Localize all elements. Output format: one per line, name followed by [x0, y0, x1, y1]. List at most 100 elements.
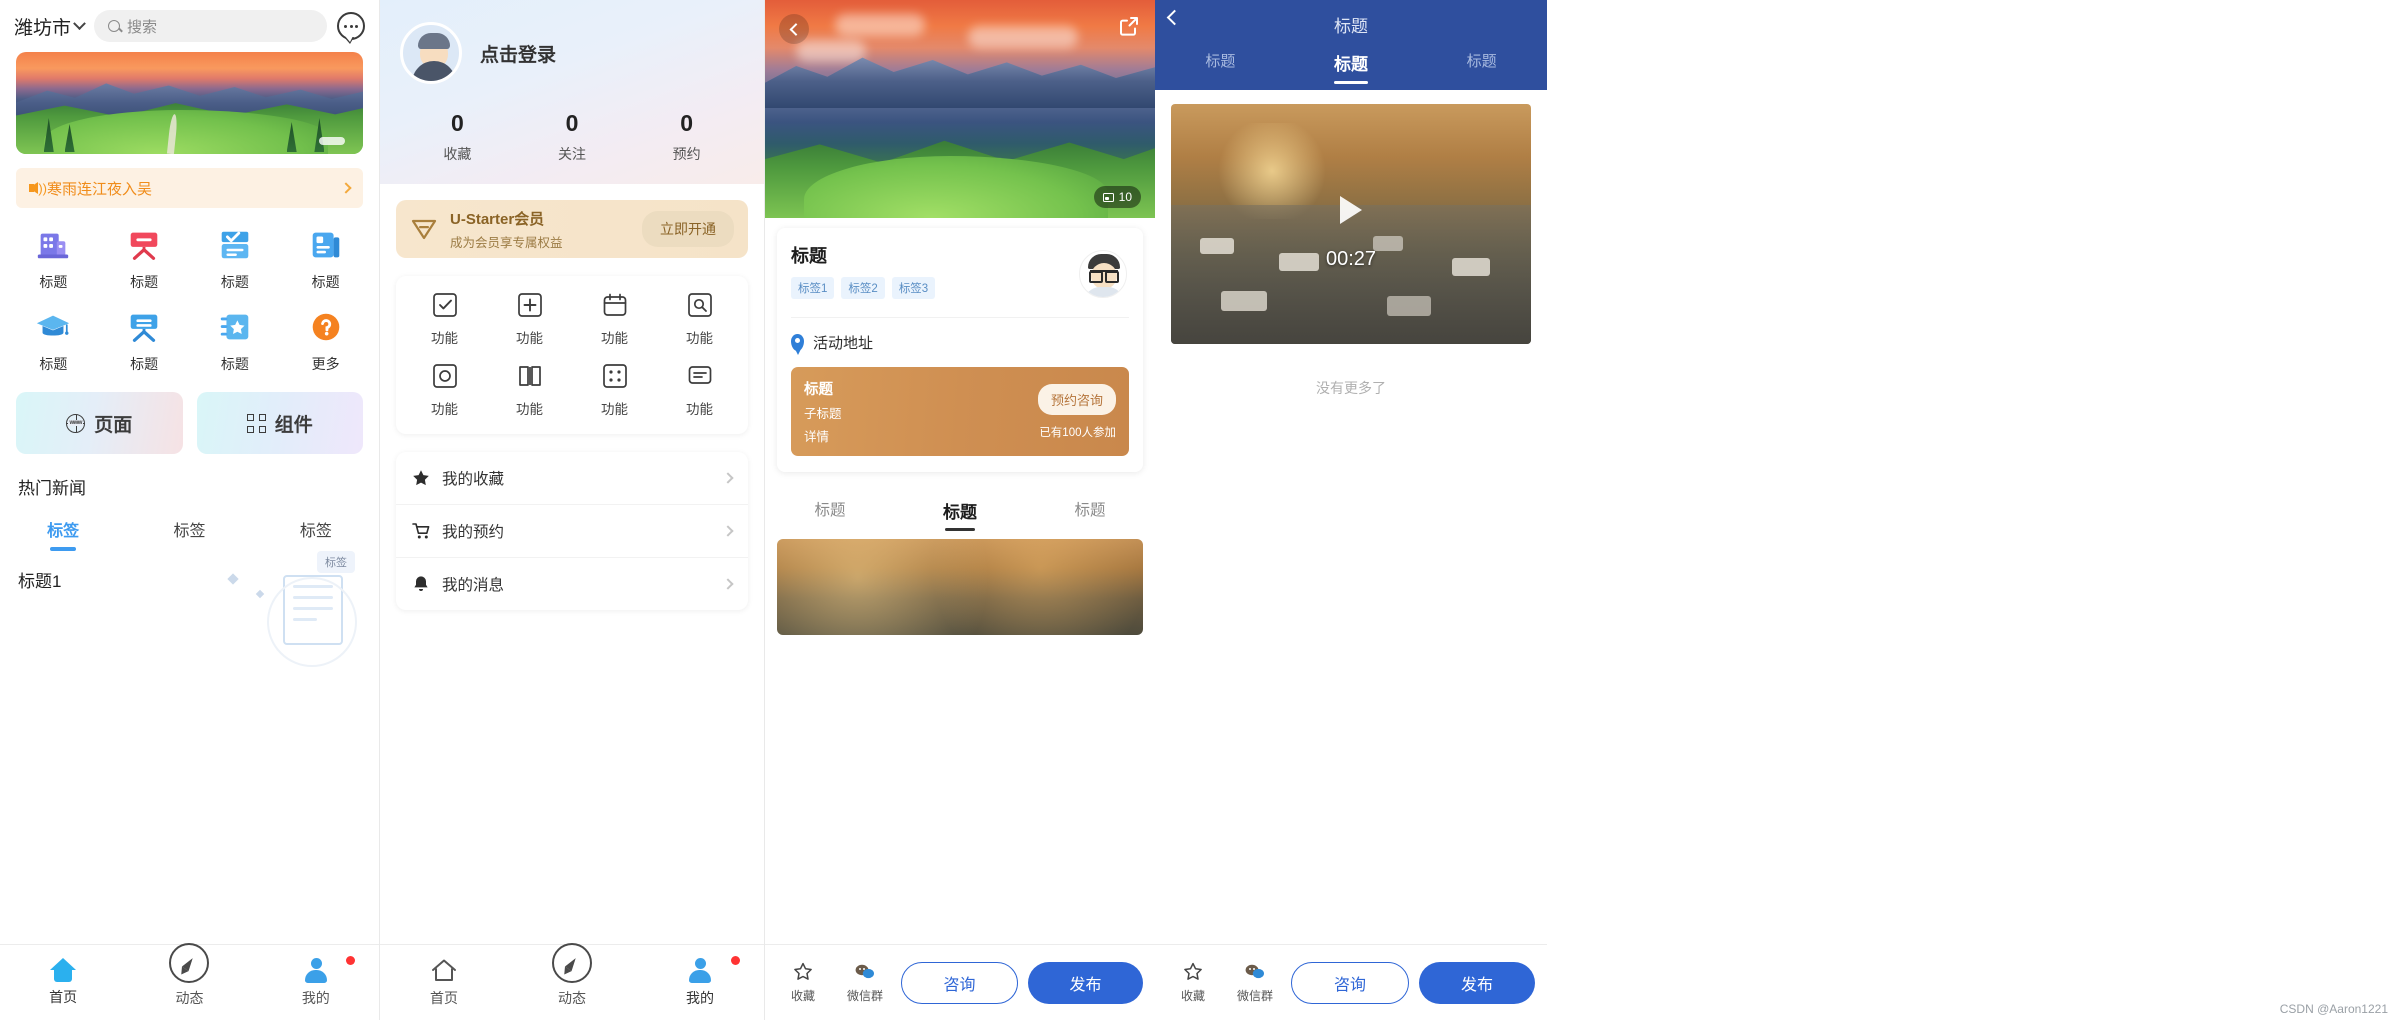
grid-item-7[interactable]: 更多: [280, 308, 371, 374]
panel-video-list: 标题 标题 标题 标题 00:27 没有更多了 收藏 微信群 咨询 发布: [1155, 0, 1547, 1020]
stat-following[interactable]: 0 关注: [515, 110, 630, 164]
function-item-6[interactable]: 功能: [572, 363, 657, 418]
wechat-group-button[interactable]: 微信群: [1229, 962, 1281, 1004]
stat-value: 0: [565, 110, 579, 136]
tabbar-item-mine[interactable]: 我的: [253, 955, 379, 1008]
promo-subtitle: 子标题: [804, 407, 842, 421]
consult-button[interactable]: 咨询: [1291, 961, 1409, 1004]
stat-reservations[interactable]: 0 预约: [629, 110, 744, 164]
chat-bubble-icon[interactable]: [337, 12, 365, 44]
news-tab-0[interactable]: 标签: [0, 517, 126, 551]
back-arrow-icon[interactable]: [779, 14, 809, 44]
tabbar-item-dynamic[interactable]: 动态: [508, 943, 636, 1008]
login-label[interactable]: 点击登录: [480, 40, 556, 67]
activity-tab-0[interactable]: 标题: [765, 484, 895, 535]
activity-hero-image[interactable]: 10: [765, 0, 1155, 218]
hero-cloud: [967, 26, 1078, 48]
page-button[interactable]: www 页面: [16, 392, 183, 454]
home-banner[interactable]: [16, 52, 363, 154]
function-item-4[interactable]: 功能: [402, 363, 487, 418]
grid-item-2[interactable]: 标题: [190, 226, 281, 292]
menu-item-favorites[interactable]: 我的收藏: [396, 452, 748, 505]
video-tab-2[interactable]: 标题: [1416, 50, 1547, 84]
vip-banner[interactable]: U-Starter会员 成为会员享专属权益 立即开通: [396, 200, 748, 258]
activity-tab-2[interactable]: 标题: [1025, 484, 1155, 535]
activity-promo-banner[interactable]: 标题 子标题 详情 预约咨询 已有100人参加: [791, 367, 1129, 456]
menu-item-reservations[interactable]: 我的预约: [396, 505, 748, 558]
article-item[interactable]: 标签 标题1: [18, 551, 361, 667]
vip-activate-button[interactable]: 立即开通: [642, 211, 734, 247]
stat-favorites[interactable]: 0 收藏: [400, 110, 515, 164]
home-icon: [50, 958, 77, 982]
banner-indicator[interactable]: [319, 137, 345, 145]
play-icon[interactable]: [1340, 195, 1362, 224]
plus-square-icon: [517, 293, 542, 317]
grid-item-5[interactable]: 标题: [99, 308, 190, 374]
profile-stats: 0 收藏 0 关注 0 预约: [400, 110, 744, 164]
speaker-icon: )): [29, 182, 47, 195]
promo-button[interactable]: 预约咨询: [1037, 383, 1116, 415]
function-label: 功能: [431, 331, 458, 346]
article-badge: 标签: [317, 551, 355, 573]
function-grid-card: 功能 功能 功能 功能 功能 功能 功能 功能: [396, 276, 748, 434]
avatar[interactable]: [400, 22, 462, 84]
function-item-5[interactable]: 功能: [487, 363, 572, 418]
vip-subtitle: 成为会员享专属权益: [450, 235, 563, 250]
chevron-right-icon: [340, 182, 352, 194]
video-thumbnail[interactable]: 00:27: [1171, 104, 1531, 344]
collect-button[interactable]: 收藏: [777, 962, 829, 1004]
news-tabs: 标签 标签 标签: [0, 517, 379, 551]
function-item-1[interactable]: 功能: [487, 292, 572, 347]
tabbar-item-mine[interactable]: 我的: [636, 955, 764, 1008]
grid-item-4[interactable]: 标题: [8, 308, 99, 374]
grid-item-label: 标题: [311, 274, 340, 290]
tabbar-item-home[interactable]: 首页: [380, 958, 508, 1008]
news-tab-2[interactable]: 标签: [253, 517, 379, 551]
function-item-7[interactable]: 功能: [657, 363, 742, 418]
video-tab-0[interactable]: 标题: [1155, 50, 1286, 84]
publish-button[interactable]: 发布: [1419, 961, 1535, 1004]
menu-item-messages[interactable]: 我的消息: [396, 558, 748, 610]
search-input[interactable]: 搜索: [94, 10, 327, 42]
share-icon[interactable]: [1117, 14, 1141, 38]
easel-icon-blue: [130, 314, 158, 342]
menu-label: 我的消息: [442, 577, 505, 594]
function-item-2[interactable]: 功能: [572, 292, 657, 347]
activity-tag-2[interactable]: 标签3: [891, 277, 936, 299]
collect-button[interactable]: 收藏: [1167, 962, 1219, 1004]
video-tab-1[interactable]: 标题: [1286, 50, 1417, 84]
tabbar-item-home[interactable]: 首页: [0, 958, 126, 1007]
profile-user-row[interactable]: 点击登录: [400, 22, 744, 84]
notification-dot: [345, 955, 355, 965]
activity-tab-1[interactable]: 标题: [895, 484, 1025, 535]
component-button-label: 组件: [274, 414, 313, 436]
shortcut-buttons: www 页面 组件: [16, 392, 363, 454]
component-button[interactable]: 组件: [196, 392, 363, 454]
activity-content-image[interactable]: [777, 539, 1143, 635]
search-icon: [108, 20, 121, 32]
tabbar-label-dynamic: 动态: [558, 990, 586, 1006]
grid-item-0[interactable]: 标题: [8, 226, 99, 292]
organizer-avatar[interactable]: [1079, 250, 1127, 298]
grid-item-1[interactable]: 标题: [99, 226, 190, 292]
book-icon: [518, 366, 541, 386]
function-item-0[interactable]: 功能: [402, 292, 487, 347]
publish-button[interactable]: 发布: [1028, 961, 1143, 1004]
consult-button[interactable]: 咨询: [901, 961, 1018, 1004]
wechat-group-button[interactable]: 微信群: [839, 962, 891, 1004]
city-selector[interactable]: 潍坊市: [14, 13, 86, 40]
notice-bar[interactable]: )) 寒雨连江夜入吴: [16, 168, 363, 208]
grid-item-6[interactable]: 标题: [190, 308, 281, 374]
star-icon: [413, 470, 429, 486]
group-icon: [855, 964, 874, 978]
grid-item-3[interactable]: 标题: [280, 226, 371, 292]
function-item-3[interactable]: 功能: [657, 292, 742, 347]
activity-tag-0[interactable]: 标签1: [791, 277, 835, 299]
activity-tag-1[interactable]: 标签2: [841, 277, 885, 299]
news-tab-1[interactable]: 标签: [126, 517, 252, 551]
tabbar-item-dynamic[interactable]: 动态: [126, 943, 252, 1008]
tabbar-label-home: 首页: [49, 989, 78, 1005]
hero-cloud: [796, 40, 867, 62]
activity-location-row[interactable]: 活动地址: [791, 317, 1129, 355]
home-outline-icon: [432, 959, 456, 981]
